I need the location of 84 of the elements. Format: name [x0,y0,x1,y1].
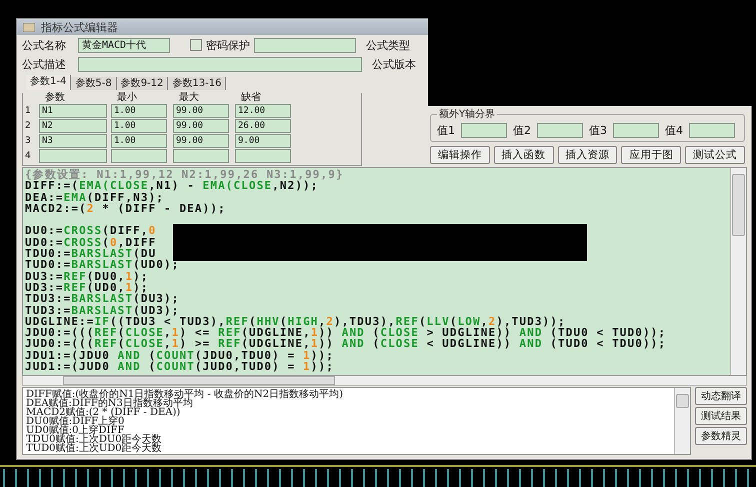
field-label: 公式版本 [372,56,416,72]
toolbar-button[interactable]: 编辑操作 [430,146,490,164]
param-field[interactable] [39,149,107,163]
code-line: TUD3:=BARSLAST(UD3); [25,304,180,316]
scrollbar[interactable] [730,168,746,375]
code-line: {参数设置: N1:1,99,12 N2:1,99,26 N3:1,99,9} [25,169,345,180]
code-line: UDGLINE:=IF((TDU3 < TUD3),REF(HHV(HIGH,2),TDU3),REF(LLV(LOW,2),TUD3)); [25,316,566,328]
column-header: 参数 [44,93,66,103]
code-line: JUD0:=(((REF(CLOSE,1) >= REF(UDGLINE,1)) AND (CLOSE < UDGLINE)) AND (TUD0 < TDU0)); [25,338,668,350]
toolbar-button[interactable]: 应用于图 [621,146,682,164]
param-field[interactable]: 9.00 [235,134,291,148]
output-line: DIFF赋值:(收盘价的N1日指数移动平均 - 收盘价的N2日指数移动平均) [26,390,344,399]
param-field[interactable]: N2 [39,119,107,133]
param-field[interactable] [111,149,167,163]
tab[interactable]: 参数9-12 [116,77,168,90]
param-field[interactable] [235,149,291,163]
tab[interactable]: 参数5-8 [71,77,117,90]
scrollbar[interactable] [674,388,690,454]
tab[interactable]: 参数13-16 [168,77,226,90]
code-line: UD3:=REF(UD0,1); [25,282,149,294]
row-number: 1 [25,105,32,118]
field-label: 值2 [513,123,531,138]
tab[interactable]: 参数1-4 [26,75,72,90]
value-field[interactable] [689,123,735,138]
column-header: 最小 [116,93,138,103]
value-field[interactable] [537,123,583,138]
window-icon [23,22,35,32]
field-label: 公式类型 [366,38,410,52]
param-field[interactable]: 1.00 [111,134,167,148]
param-field[interactable] [173,149,229,163]
group-title: 额外Y轴分界 [438,108,496,121]
value-field[interactable] [461,123,507,138]
output-line: TDU0赋值:上次DU0距今天数 [26,435,163,444]
side-button[interactable]: 测试结果 [695,407,747,425]
field-label: 公式名称 [22,38,67,52]
column-header: 缺省 [240,93,262,103]
side-button[interactable]: 参数精灵 [695,427,747,445]
row-number: 3 [25,135,32,148]
code-line: DU0:=CROSS(DIFF,0 [25,225,158,237]
param-field[interactable]: 1.00 [111,119,167,133]
code-line: JDU0:=(((REF(CLOSE,1) <= REF(UDGLINE,1)) AND (CLOSE > UDGLINE)) AND (TDU0 < TUD0)); [25,327,668,338]
output-line: TUD0赋值:上次UD0距今天数 [26,444,163,453]
toolbar-button[interactable]: 插入资源 [558,146,618,164]
code-line: TDU0:=BARSLAST(DU [25,248,156,260]
field-label: 值1 [437,123,455,138]
description-field[interactable] [78,56,362,72]
param-field[interactable]: 1.00 [111,104,167,118]
code-line: MACD2:=(2 * (DIFF - DEA)); [25,202,227,214]
param-field[interactable]: N1 [39,104,107,118]
row-number: 4 [25,150,32,163]
window-title: 指标公式编辑器 [41,20,118,34]
param-field[interactable]: 12.00 [235,104,291,118]
code-line: DU3:=REF(DU0,1); [25,270,150,282]
param-field[interactable]: 99.00 [173,119,229,133]
field-label: 值4 [665,123,683,138]
param-field[interactable]: 99.00 [173,104,229,118]
code-line: TUD0:=BARSLAST(UD0); [25,259,180,271]
row-number: 2 [25,120,32,133]
code-line: UD0:=CROSS(0,DIFF [25,236,158,248]
output-line: MACD2赋值:(2 * (DIFF - DEA)) [26,408,180,417]
param-field[interactable]: 26.00 [235,119,291,133]
output-line: DEA赋值:DIFF的N3日指数移动平均 [26,399,193,408]
code-line: JDU1:=(JDU0 AND (COUNT(JDU0,TDU0) = 1)); [25,350,335,362]
name-field[interactable]: 黄金MACD十代 [78,38,170,52]
code-line: DEA:=EMA(DIFF,N3); [25,192,166,203]
field-label: 值3 [589,123,607,138]
column-header: 最大 [178,93,200,103]
code-editor[interactable] [22,167,747,376]
code-line: JUD1:=(JUD0 AND (COUNT(JUD0,TUD0) = 1)); [25,361,335,372]
side-button[interactable]: 动态翻译 [695,387,747,405]
param-field[interactable]: 99.00 [173,134,229,148]
code-line: DIFF:=(EMA(CLOSE,N1) - EMA(CLOSE,N2)); [25,180,318,192]
checkbox-label: 密码保护 [206,38,250,52]
value-field[interactable] [613,123,659,138]
password-field[interactable] [254,38,356,52]
toolbar-button[interactable]: 测试公式 [685,146,745,164]
param-field[interactable]: N3 [39,134,107,148]
output-line: UD0赋值:0上穿DIFF [26,426,124,435]
horizontal-scrollbar[interactable] [22,376,747,386]
output-line: DU0赋值:DIFF上穿0 [26,417,124,426]
field-label: 公式描述 [22,56,67,72]
password-checkbox[interactable] [190,39,202,51]
code-line: TDU3:=BARSLAST(DU3); [25,293,180,305]
toolbar-button[interactable]: 插入函数 [494,146,554,164]
